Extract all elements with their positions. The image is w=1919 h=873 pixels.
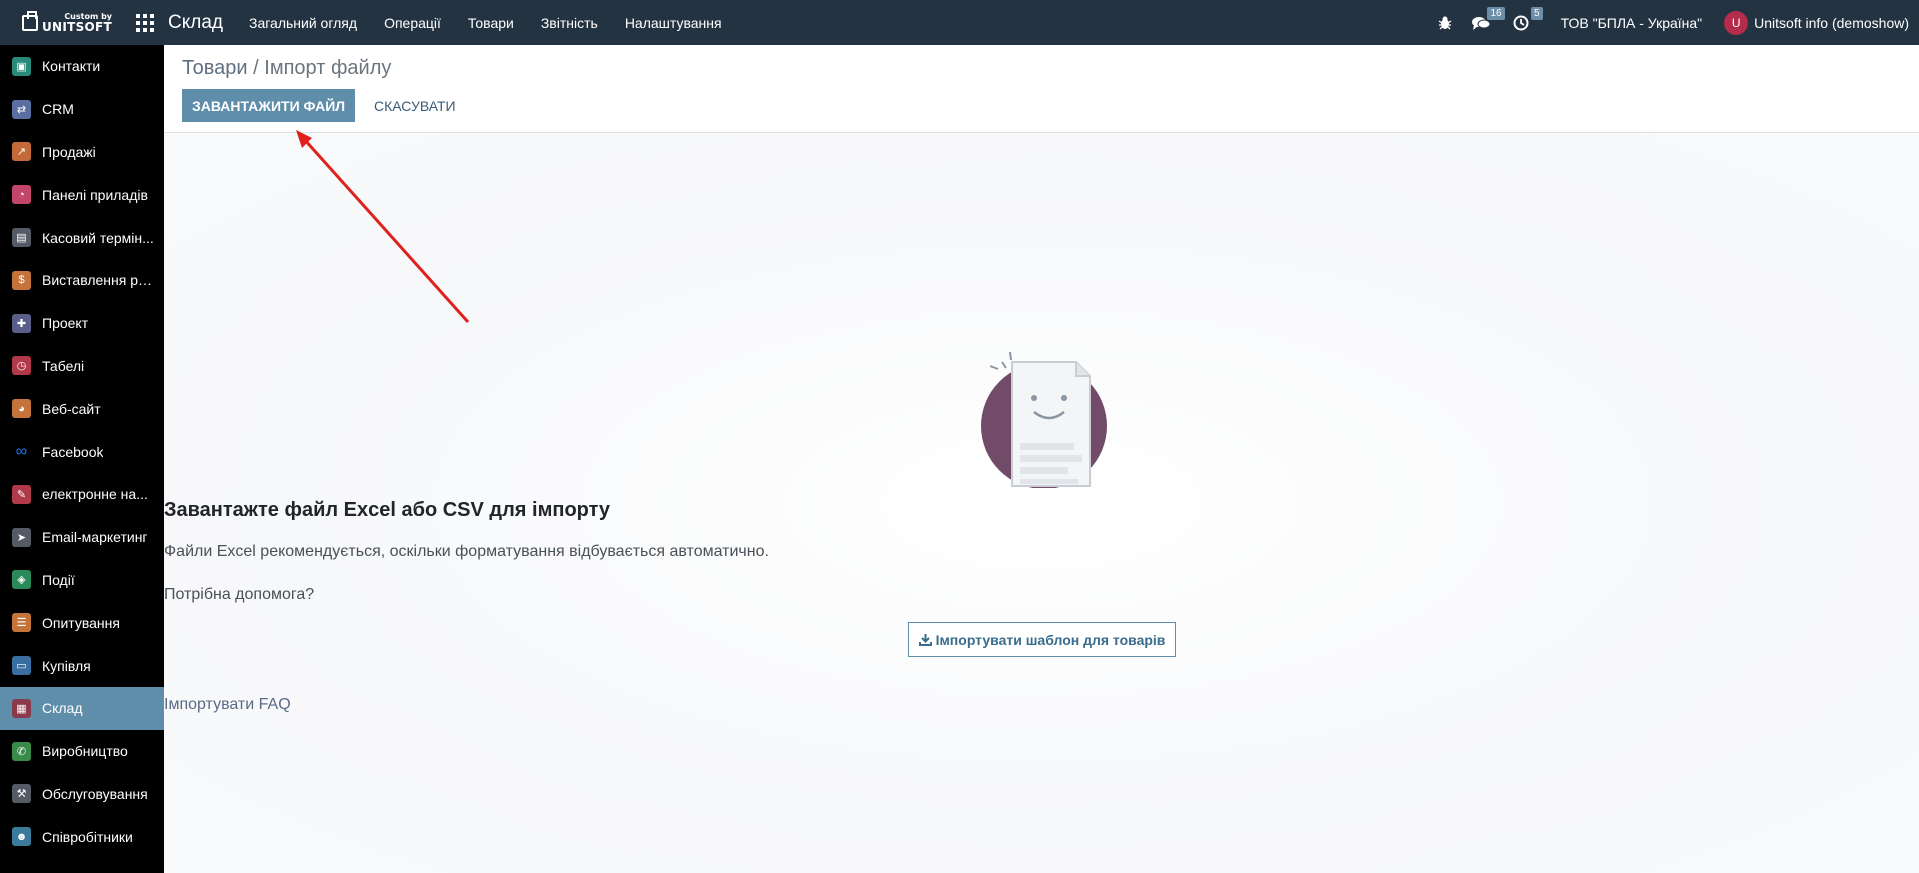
breadcrumb-separator: / — [253, 57, 259, 79]
breadcrumb: Товари / Імпорт файлу — [182, 57, 391, 80]
sidebar-item-label: Email-маркетинг — [42, 529, 148, 546]
sidebar-item-label: Обслуговування — [42, 785, 148, 802]
sidebar-item-label: Склад — [42, 700, 83, 717]
hammer-icon: ⚒ — [12, 784, 31, 804]
logo-big-text: UNITSOFT — [41, 19, 113, 34]
upload-file-button[interactable]: ЗАВАНТАЖИТИ ФАЙЛ — [182, 89, 356, 122]
sidebar-item-label: Виставлення ра... — [42, 272, 157, 289]
import-title: Завантажте файл Excel або CSV для імпорт… — [164, 499, 611, 521]
import-template-label: Імпортувати шаблон для товарів — [935, 631, 1166, 648]
user-menu[interactable]: Unitsoft info (demoshow) — [1754, 15, 1909, 31]
import-main-area: Завантажте файл Excel або CSV для імпорт… — [164, 133, 1919, 873]
download-icon — [918, 634, 932, 646]
menu-reporting[interactable]: Звітність — [541, 15, 598, 31]
contacts-icon: ▣ — [12, 56, 31, 76]
sidebar-item[interactable]: ▤ Касовий термін... — [0, 216, 164, 259]
puzzle-icon: ✚ — [12, 313, 31, 333]
sidebar-item[interactable]: ◷ Табелі — [0, 345, 164, 388]
sidebar-item-label: Купівля — [42, 657, 91, 674]
sidebar-item[interactable]: ◈ Події — [0, 559, 164, 602]
logo-icon — [21, 10, 38, 31]
sidebar-item-label: Касовий термін... — [42, 229, 154, 246]
sidebar-item[interactable]: $ Виставлення ра... — [0, 259, 164, 302]
sidebar-item-label: Продажі — [42, 143, 96, 160]
menu-settings[interactable]: Налаштування — [625, 15, 722, 31]
stopwatch-icon: ◷ — [12, 356, 31, 376]
sidebar-item-label: Виробництво — [42, 743, 128, 760]
help-text: Потрібна допомога? — [164, 586, 315, 603]
globe-icon: ◕ — [12, 399, 31, 419]
sidebar-item-label: Панелі приладів — [42, 186, 148, 203]
users-icon: ☻ — [12, 827, 31, 847]
cancel-button[interactable]: СКАСУВАТИ — [364, 89, 466, 122]
sidebar-item[interactable]: ↗ Продажі — [0, 131, 164, 174]
sidebar-item-label: CRM — [42, 101, 74, 118]
sidebar-item[interactable]: ✎ електронне на... — [0, 473, 164, 516]
messages-badge: 16 — [1487, 6, 1505, 20]
meta-icon: ∞ — [12, 442, 31, 462]
sidebar-item-label: Співробітники — [42, 828, 133, 845]
sidebar-item[interactable]: ⇄ CRM — [0, 88, 164, 131]
sidebar-item-label: Проект — [42, 315, 89, 332]
sidebar-item[interactable]: ∞ Facebook — [0, 430, 164, 473]
import-template-button[interactable]: Імпортувати шаблон для товарів — [908, 622, 1176, 657]
sidebar-item[interactable]: ◕ Веб-сайт — [0, 387, 164, 430]
invoice-icon: $ — [12, 270, 31, 290]
sidebar-item-label: Події — [42, 571, 75, 588]
sidebar-item[interactable]: ▣ Контакти — [0, 45, 164, 88]
import-faq-label[interactable]: Імпортувати FAQ — [164, 696, 291, 713]
sidebar-item-label: Контакти — [42, 58, 101, 75]
handshake-icon: ⇄ — [12, 99, 31, 119]
sidebar-item[interactable]: ☰ Опитування — [0, 601, 164, 644]
sidebar-item[interactable]: ☻ Співробітники — [0, 815, 164, 858]
box-icon: ▦ — [12, 698, 31, 718]
app-sidebar: ▣ Контакти ⇄ CRM ↗ Продажі ◔ Панелі приладів ▤ Ка… — [0, 45, 164, 873]
sidebar-item[interactable]: ✆ Виробництво — [0, 730, 164, 773]
wrench-icon: ✆ — [12, 741, 31, 761]
menu-operations[interactable]: Операції — [384, 15, 441, 31]
control-panel: Товари / Імпорт файлу ЗАВАНТАЖИТИ ФАЙЛ С… — [164, 45, 1919, 133]
sidebar-item-label: електронне на... — [42, 486, 148, 503]
credit-card-icon: ▭ — [12, 656, 31, 676]
sidebar-item-label: Веб-сайт — [42, 400, 101, 417]
sidebar-item[interactable]: ➤ Email-маркетинг — [0, 516, 164, 559]
breadcrumb-current: Імпорт файлу — [264, 57, 392, 79]
unitsoft-logo[interactable]: Custom by UNITSOFT — [0, 0, 134, 45]
chart-icon: ↗ — [12, 142, 31, 162]
survey-icon: ☰ — [12, 613, 31, 633]
debug-bug-icon[interactable] — [1437, 15, 1453, 31]
import-faq-link[interactable]: Імпортувати FAQ — [164, 696, 1919, 714]
menu-products[interactable]: Товари — [468, 15, 514, 31]
app-title[interactable]: Склад — [168, 12, 223, 34]
sidebar-item[interactable]: ⚒ Обслуговування — [0, 773, 164, 816]
menu-overview[interactable]: Загальний огляд — [249, 15, 357, 31]
sidebar-item-label: Табелі — [42, 357, 85, 374]
company-switcher[interactable]: ТОВ "БПЛА - Україна" — [1561, 15, 1703, 31]
activities-clock-icon[interactable]: 5 — [1513, 6, 1543, 31]
messages-icon[interactable]: 16 — [1471, 6, 1505, 31]
sidebar-item[interactable]: ▭ Купівля — [0, 644, 164, 687]
sidebar-item[interactable]: ✚ Проект — [0, 302, 164, 345]
elearning-icon: ✎ — [12, 484, 31, 504]
ticket-icon: ◈ — [12, 570, 31, 590]
top-navbar: Custom by UNITSOFT Склад Загальний огляд… — [0, 0, 1919, 45]
user-avatar[interactable]: U — [1724, 10, 1749, 35]
smiling-document-illustration — [981, 351, 1107, 488]
breadcrumb-products-link[interactable]: Товари — [182, 57, 248, 79]
sidebar-item[interactable]: ▦ Склад — [0, 686, 164, 730]
sidebar-item-label: Facebook — [42, 443, 104, 460]
store-icon: ▤ — [12, 228, 31, 248]
sidebar-item[interactable]: ◔ Панелі приладів — [0, 173, 164, 216]
paper-plane-icon: ➤ — [12, 527, 31, 547]
dashboard-icon: ◔ — [12, 185, 31, 205]
import-subtitle: Файли Excel рекомендується, оскільки фор… — [164, 543, 769, 560]
sidebar-item-label: Опитування — [42, 614, 120, 631]
apps-menu-icon[interactable] — [136, 13, 154, 32]
activities-badge: 5 — [1531, 6, 1543, 20]
